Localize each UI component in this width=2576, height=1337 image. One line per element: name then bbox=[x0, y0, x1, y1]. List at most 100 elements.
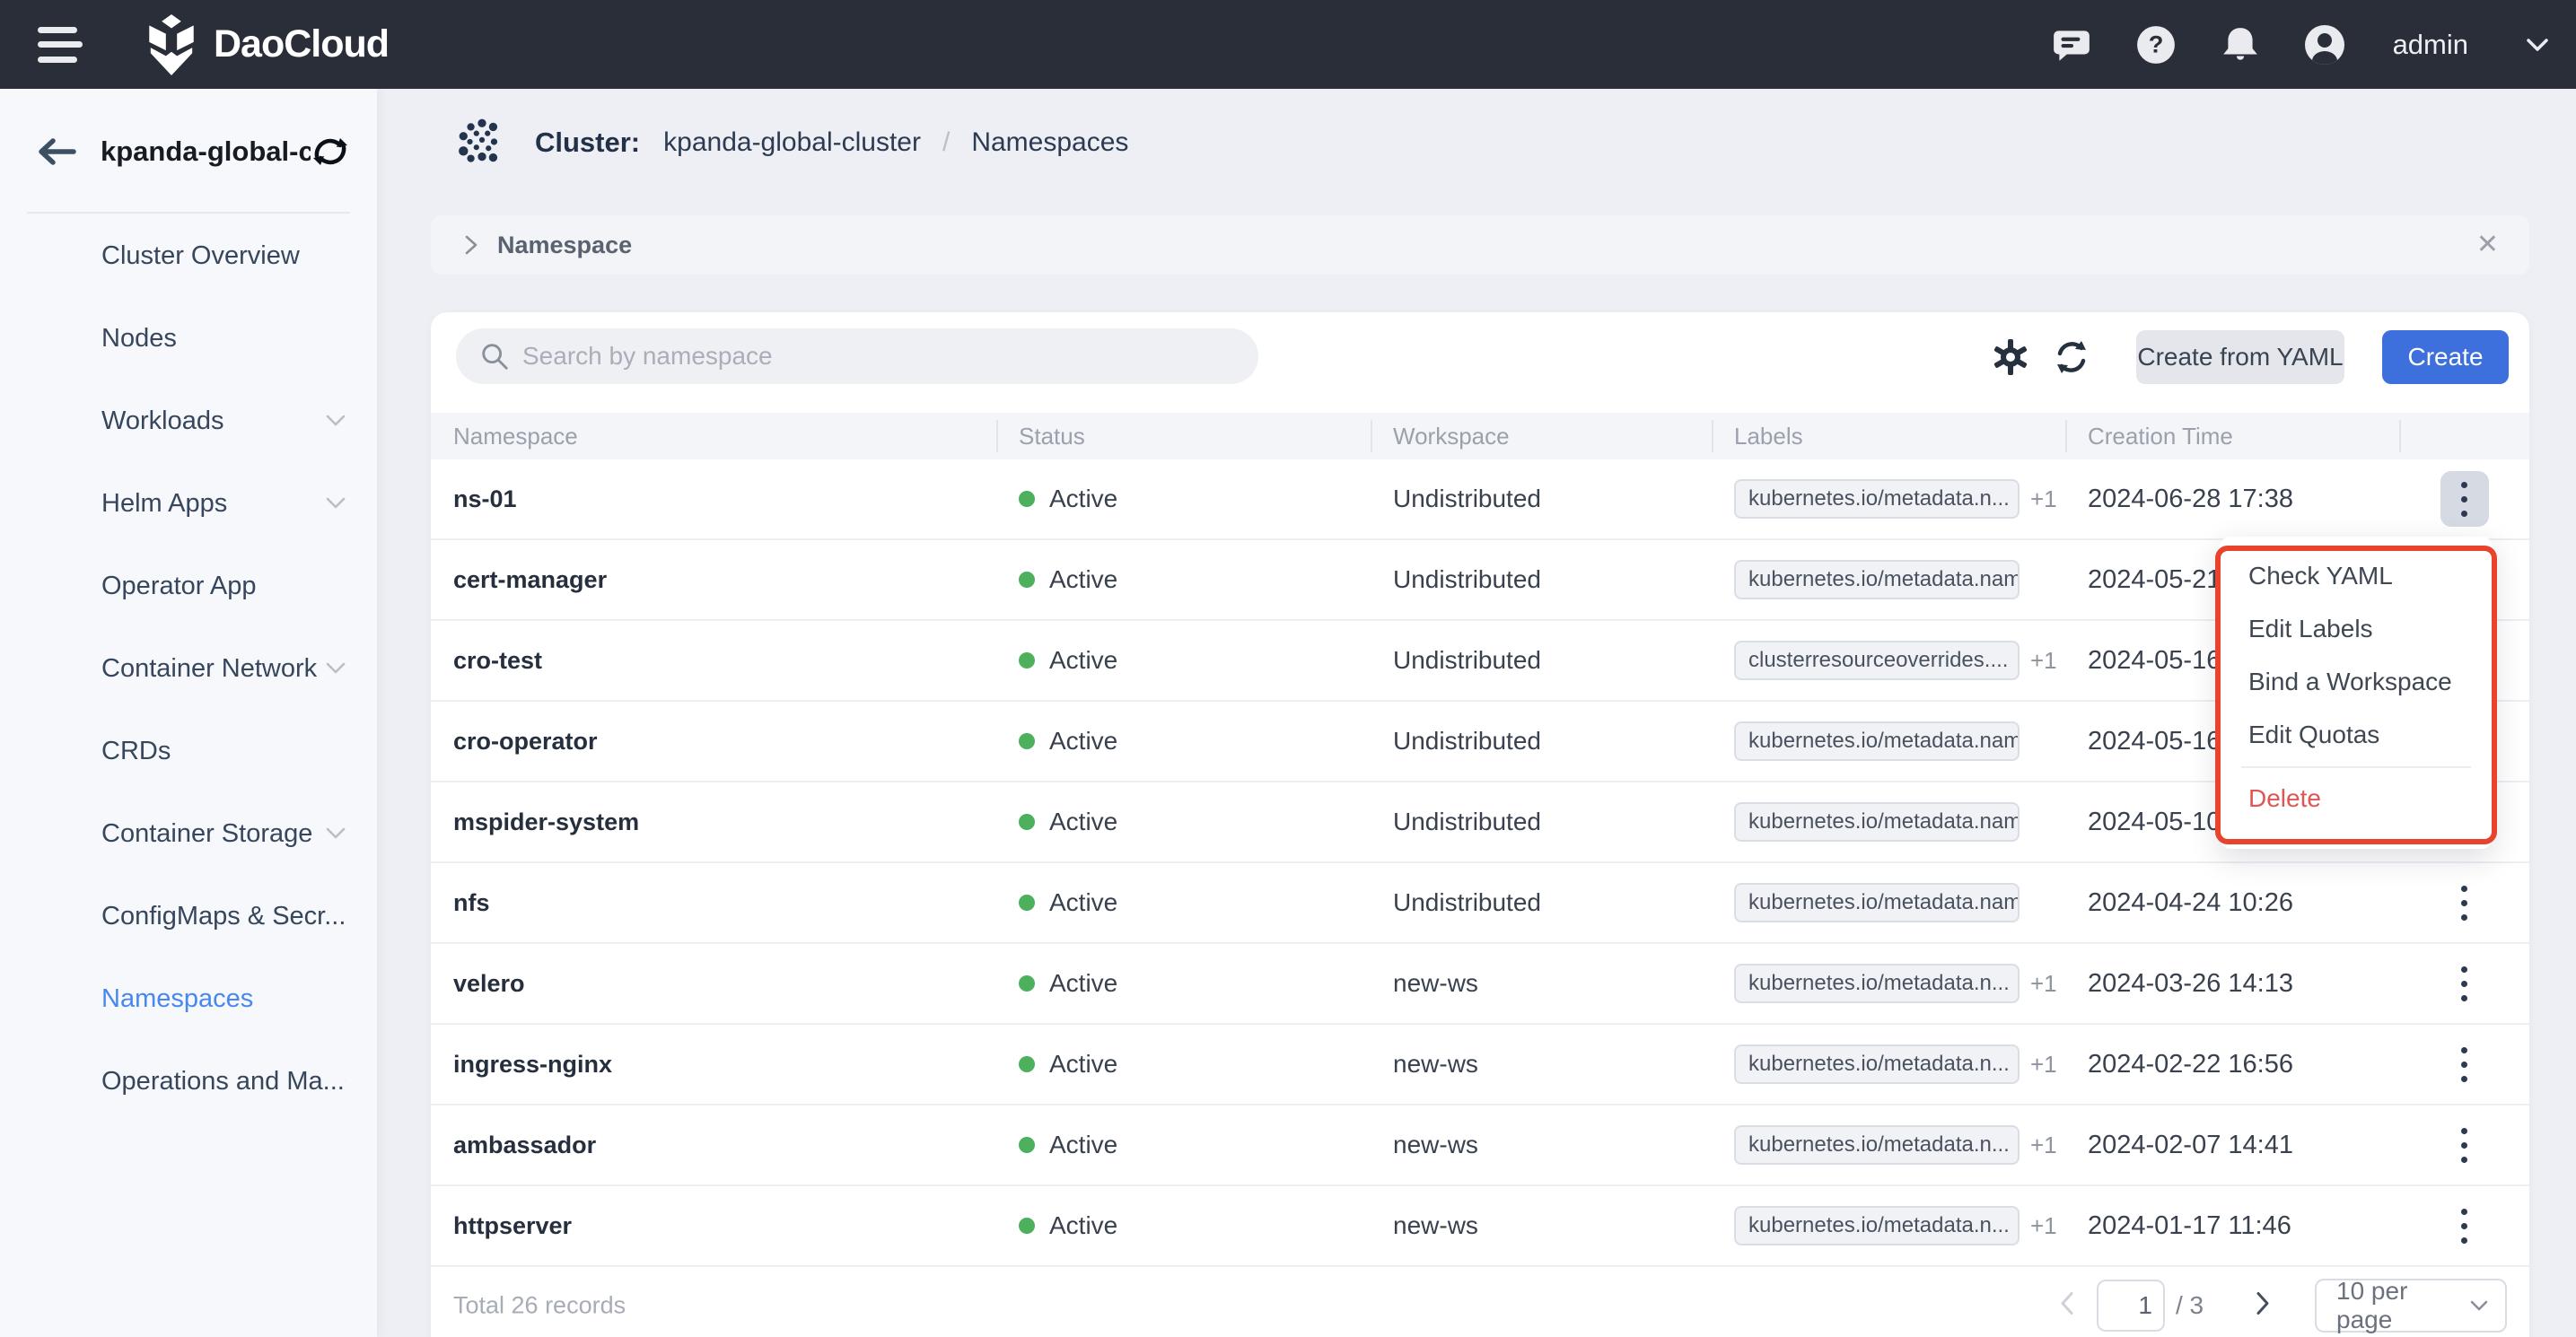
menu-item-delete[interactable]: Delete bbox=[2220, 772, 2493, 825]
create-from-yaml-button[interactable]: Create from YAML bbox=[2136, 330, 2344, 384]
sidebar-item-label: ConfigMaps & Secr... bbox=[101, 902, 346, 931]
table-header: Namespace Status Workspace Labels Creati… bbox=[431, 413, 2529, 459]
namespace-banner[interactable]: Namespace ✕ bbox=[431, 215, 2529, 275]
sidebar-item-nodes[interactable]: Nodes bbox=[0, 297, 377, 380]
label-more-count: +1 bbox=[2030, 485, 2057, 513]
search-input[interactable] bbox=[522, 342, 1235, 371]
back-arrow-icon[interactable] bbox=[36, 136, 77, 167]
message-icon[interactable] bbox=[2050, 23, 2093, 66]
namespace-name[interactable]: httpserver bbox=[431, 1212, 996, 1240]
status-dot-icon bbox=[1019, 572, 1035, 588]
breadcrumb: Cluster: kpanda-global-cluster / Namespa… bbox=[456, 114, 1128, 171]
label-chip[interactable]: kubernetes.io/metadata.n... bbox=[1734, 1125, 2020, 1165]
help-icon[interactable]: ? bbox=[2134, 23, 2177, 66]
sidebar-item-helm-apps[interactable]: Helm Apps bbox=[0, 462, 377, 545]
row-kebab-menu-icon[interactable] bbox=[2440, 1198, 2489, 1254]
table-row: ambassadorActivenew-wskubernetes.io/meta… bbox=[431, 1105, 2529, 1186]
pagination-next-icon[interactable] bbox=[2253, 1290, 2273, 1322]
status-text: Active bbox=[1049, 1211, 1117, 1240]
card-toolbar: Create from YAML Create bbox=[431, 312, 2529, 413]
pagination-prev-icon[interactable] bbox=[2057, 1290, 2077, 1322]
label-chip[interactable]: kubernetes.io/metadata.nam... bbox=[1734, 560, 2020, 599]
per-page-select[interactable]: 10 per page bbox=[2315, 1279, 2507, 1333]
sidebar-item-container-storage[interactable]: Container Storage bbox=[0, 792, 377, 875]
sidebar-item-cluster-overview[interactable]: Cluster Overview bbox=[0, 214, 377, 297]
row-kebab-menu-icon[interactable] bbox=[2440, 471, 2489, 527]
switch-cluster-icon[interactable] bbox=[311, 135, 350, 169]
menu-item-bind-a-workspace[interactable]: Bind a Workspace bbox=[2220, 655, 2493, 708]
user-menu-chevron-down-icon[interactable] bbox=[2526, 38, 2549, 52]
namespace-name[interactable]: mspider-system bbox=[431, 808, 996, 836]
sidebar-item-label: Container Network bbox=[101, 654, 325, 684]
notification-bell-icon[interactable] bbox=[2219, 23, 2262, 66]
banner-close-icon[interactable]: ✕ bbox=[2476, 232, 2499, 258]
workspace-cell: new-ws bbox=[1371, 1050, 1712, 1079]
workspace-cell: Undistributed bbox=[1371, 646, 1712, 675]
menu-toggle-icon[interactable] bbox=[38, 27, 84, 63]
creation-time-cell: 2024-04-24 10:26 bbox=[2065, 888, 2399, 918]
label-chip[interactable]: kubernetes.io/metadata.nam... bbox=[1734, 802, 2020, 842]
namespace-name[interactable]: ambassador bbox=[431, 1132, 996, 1159]
namespace-name[interactable]: cro-test bbox=[431, 647, 996, 675]
column-header-workspace: Workspace bbox=[1371, 413, 1712, 459]
row-kebab-menu-icon[interactable] bbox=[2440, 1036, 2489, 1092]
namespace-name[interactable]: ingress-nginx bbox=[431, 1051, 996, 1079]
column-header-namespace: Namespace bbox=[431, 413, 996, 459]
avatar[interactable] bbox=[2303, 23, 2346, 66]
row-kebab-menu-icon[interactable] bbox=[2440, 1117, 2489, 1173]
label-chip[interactable]: kubernetes.io/metadata.nam... bbox=[1734, 883, 2020, 922]
sidebar-item-configmaps-secr[interactable]: ConfigMaps & Secr... bbox=[0, 875, 377, 957]
status-cell: Active bbox=[996, 808, 1371, 836]
table-footer: Total 26 records / 3 10 per page bbox=[431, 1267, 2529, 1337]
cluster-icon bbox=[456, 117, 508, 169]
table-row: cro-operatorActiveUndistributedkubernete… bbox=[431, 702, 2529, 782]
sidebar-item-container-network[interactable]: Container Network bbox=[0, 627, 377, 710]
menu-item-edit-labels[interactable]: Edit Labels bbox=[2220, 602, 2493, 655]
sidebar-item-workloads[interactable]: Workloads bbox=[0, 380, 377, 462]
label-chip[interactable]: clusterresourceoverrides.... bbox=[1734, 641, 2020, 680]
actions-cell bbox=[2399, 875, 2529, 931]
row-kebab-menu-icon[interactable] bbox=[2440, 875, 2489, 931]
breadcrumb-cluster[interactable]: kpanda-global-cluster bbox=[663, 127, 921, 158]
namespace-card: Create from YAML Create Namespace Status… bbox=[431, 312, 2529, 1337]
chevron-right-icon bbox=[461, 233, 481, 257]
status-text: Active bbox=[1049, 565, 1117, 594]
sidebar-item-label: CRDs bbox=[101, 737, 346, 766]
label-chip[interactable]: kubernetes.io/metadata.n... bbox=[1734, 479, 2020, 519]
namespace-name[interactable]: velero bbox=[431, 970, 996, 998]
label-chip[interactable]: kubernetes.io/metadata.n... bbox=[1734, 1206, 2020, 1245]
sidebar-item-label: Operations and Ma... bbox=[101, 1067, 345, 1097]
menu-item-edit-quotas[interactable]: Edit Quotas bbox=[2220, 708, 2493, 761]
labels-cell: kubernetes.io/metadata.nam... bbox=[1712, 802, 2065, 842]
namespace-name[interactable]: cro-operator bbox=[431, 728, 996, 756]
labels-cell: kubernetes.io/metadata.n...+1 bbox=[1712, 1044, 2065, 1084]
status-text: Active bbox=[1049, 1050, 1117, 1079]
table-row: cro-testActiveUndistributedclusterresour… bbox=[431, 621, 2529, 702]
cluster-name: kpanda-global-cl... bbox=[101, 135, 311, 168]
sidebar-item-namespaces[interactable]: Namespaces bbox=[0, 957, 377, 1040]
sidebar-item-operator-app[interactable]: Operator App bbox=[0, 545, 377, 627]
status-text: Active bbox=[1049, 485, 1117, 513]
workspace-cell: Undistributed bbox=[1371, 808, 1712, 836]
label-chip[interactable]: kubernetes.io/metadata.n... bbox=[1734, 1044, 2020, 1084]
refresh-icon[interactable] bbox=[2046, 332, 2097, 382]
label-chip[interactable]: kubernetes.io/metadata.n... bbox=[1734, 964, 2020, 1003]
status-dot-icon bbox=[1019, 652, 1035, 668]
menu-item-check-yaml[interactable]: Check YAML bbox=[2220, 549, 2493, 602]
row-kebab-menu-icon[interactable] bbox=[2440, 956, 2489, 1011]
status-cell: Active bbox=[996, 565, 1371, 594]
create-button[interactable]: Create bbox=[2382, 330, 2509, 384]
namespace-name[interactable]: cert-manager bbox=[431, 566, 996, 594]
page-number-input[interactable] bbox=[2097, 1280, 2165, 1332]
status-dot-icon bbox=[1019, 1137, 1035, 1153]
namespace-name[interactable]: nfs bbox=[431, 889, 996, 917]
namespace-name[interactable]: ns-01 bbox=[431, 485, 996, 513]
status-text: Active bbox=[1049, 888, 1117, 917]
label-chip[interactable]: kubernetes.io/metadata.nam... bbox=[1734, 721, 2020, 761]
settings-gear-icon[interactable] bbox=[1985, 332, 2036, 382]
sidebar-item-operations-and-ma[interactable]: Operations and Ma... bbox=[0, 1040, 377, 1123]
search-icon bbox=[479, 341, 510, 371]
svg-text:?: ? bbox=[2148, 30, 2163, 57]
sidebar-item-crds[interactable]: CRDs bbox=[0, 710, 377, 792]
chevron-down-icon bbox=[325, 414, 346, 428]
